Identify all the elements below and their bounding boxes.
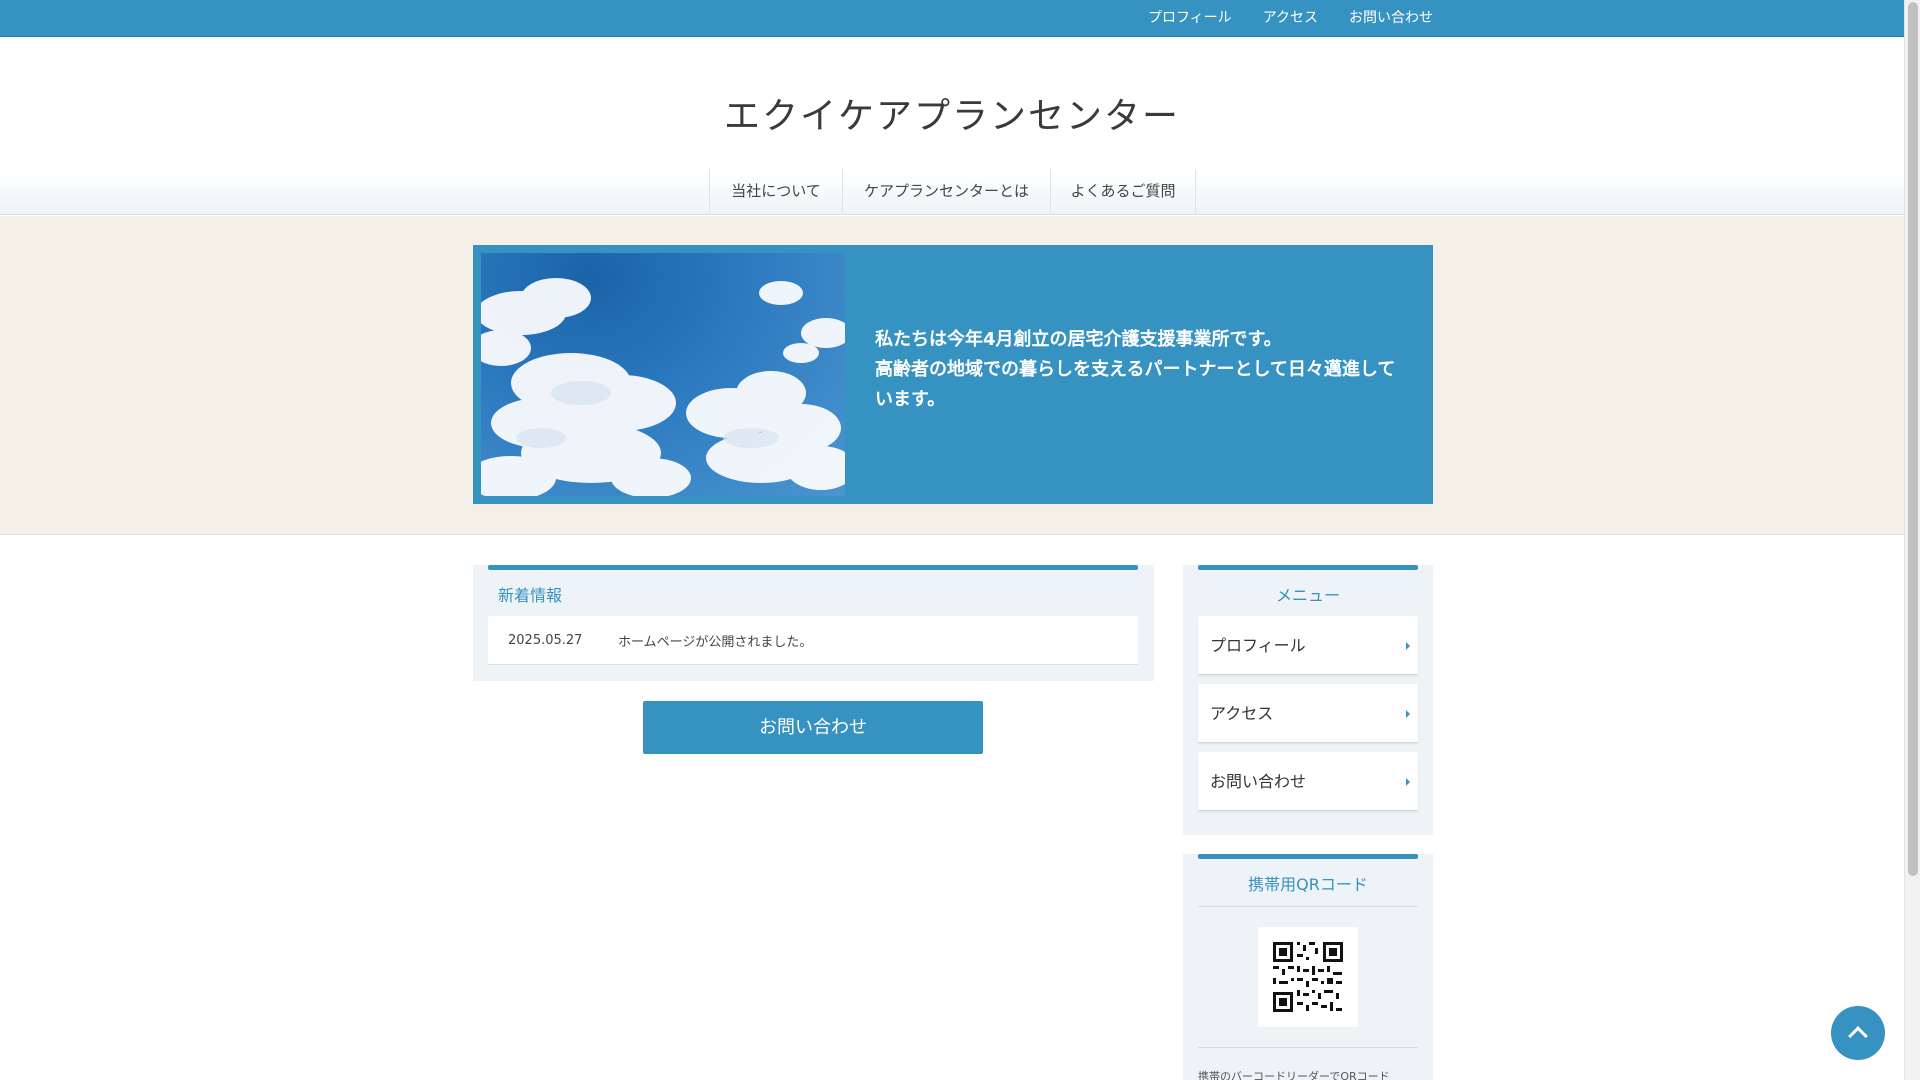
sidebar-item-profile[interactable]: プロフィール	[1198, 616, 1418, 675]
scrollbar[interactable]	[1904, 0, 1920, 1080]
news-title: 新着情報	[498, 586, 563, 605]
caret-right-icon	[1406, 710, 1410, 718]
hero-panel: 私たちは今年4月創立の居宅介護支援事業所です。 高齢者の地域での暮らしを支えるパ…	[473, 245, 1433, 504]
sidebar-item-access[interactable]: アクセス	[1198, 684, 1418, 743]
top-bar: プロフィール アクセス お問い合わせ	[0, 0, 1904, 37]
hero-text: 私たちは今年4月創立の居宅介護支援事業所です。 高齢者の地域での暮らしを支えるパ…	[875, 325, 1405, 415]
sidebar-item-label: プロフィール	[1210, 636, 1306, 655]
nav-about[interactable]: 当社について	[709, 169, 842, 215]
divider	[1198, 1047, 1418, 1048]
news-section: 新着情報 2025.05.27 ホームページが公開されました。	[473, 565, 1154, 681]
caret-right-icon	[1406, 778, 1410, 786]
page: プロフィール アクセス お問い合わせ エクイケアプランセンター 当社について ケ…	[0, 0, 1904, 1080]
menu-accent-bar	[1198, 565, 1418, 570]
qr-title: 携帯用QRコード	[1248, 875, 1368, 894]
sidebar-item-contact[interactable]: お問い合わせ	[1198, 752, 1418, 811]
site-header: エクイケアプランセンター 当社について ケアプランセンターとは よくあるご質問	[0, 37, 1904, 215]
sidebar-qr: 携帯用QRコード 携帯のバーコードリーダーでQRコード	[1183, 854, 1433, 1080]
sidebar-menu: メニュー プロフィール アクセス お問い合わせ	[1183, 565, 1433, 835]
qr-code-image	[1258, 927, 1358, 1027]
top-link-access[interactable]: アクセス	[1263, 0, 1318, 36]
top-link-profile[interactable]: プロフィール	[1148, 0, 1232, 36]
sidebar-item-label: お問い合わせ	[1210, 772, 1307, 791]
sidebar-item-label: アクセス	[1210, 704, 1274, 723]
site-title[interactable]: エクイケアプランセンター	[0, 87, 1904, 139]
news-text[interactable]: ホームページが公開されました。	[618, 631, 812, 650]
contact-button[interactable]: お問い合わせ	[643, 701, 983, 754]
top-links: プロフィール アクセス お問い合わせ	[1117, 0, 1433, 36]
sky-image	[481, 253, 845, 496]
news-date: 2025.05.27	[508, 633, 583, 648]
hero-text-line1: 私たちは今年4月創立の居宅介護支援事業所です。	[875, 329, 1282, 350]
divider	[1198, 906, 1418, 907]
scrollbar-thumb[interactable]	[1908, 2, 1918, 876]
back-to-top-button[interactable]	[1831, 1006, 1885, 1060]
nav-care-plan-center[interactable]: ケアプランセンターとは	[842, 169, 1050, 215]
chevron-up-icon	[1848, 1026, 1868, 1046]
news-accent-bar	[488, 565, 1138, 570]
menu-title: メニュー	[1275, 586, 1340, 605]
global-nav: 当社について ケアプランセンターとは よくあるご質問	[709, 169, 1196, 215]
nav-faq[interactable]: よくあるご質問	[1050, 169, 1196, 215]
hero-text-line2: 高齢者の地域での暮らしを支えるパートナーとして日々邁進しています。	[875, 359, 1396, 410]
qr-accent-bar	[1198, 854, 1418, 859]
qr-description: 携帯のバーコードリーダーでQRコード	[1198, 1070, 1390, 1080]
news-item[interactable]: 2025.05.27 ホームページが公開されました。	[488, 616, 1138, 665]
top-link-contact[interactable]: お問い合わせ	[1349, 0, 1433, 36]
caret-right-icon	[1406, 642, 1410, 650]
